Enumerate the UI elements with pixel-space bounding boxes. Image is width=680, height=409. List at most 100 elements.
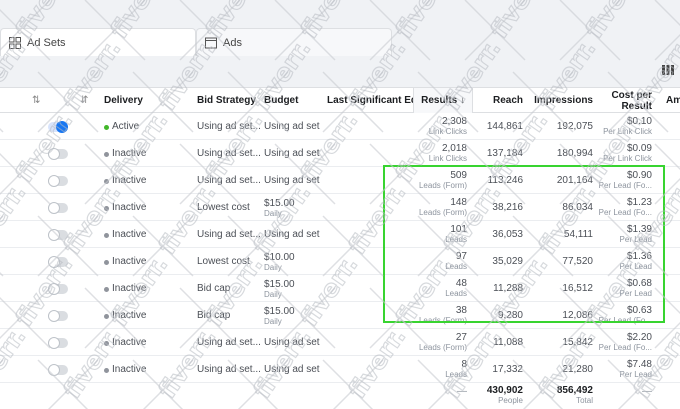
row-toggle[interactable]: [48, 175, 68, 187]
columns-icon[interactable]: [660, 62, 676, 78]
bid-strategy: Using ad set...: [197, 148, 261, 159]
cost-type: Per Lead: [619, 235, 652, 244]
budget-value: $15.00: [264, 198, 295, 209]
delivery-status: Inactive: [112, 310, 147, 321]
status-dot: [104, 206, 109, 211]
bid-strategy: Using ad set...: [197, 175, 261, 186]
cost-per-result-cell: $1.23 Per Lead (Fo...: [596, 197, 652, 217]
bid-strategy: Bid cap: [197, 283, 231, 294]
cost-value: $0.90: [626, 170, 652, 181]
bid-strategy: Using ad set...: [197, 121, 261, 132]
sort-icon[interactable]: ⇅: [32, 88, 40, 114]
impressions-value: 54,111: [563, 229, 593, 240]
column-results[interactable]: Results ↓: [413, 88, 465, 114]
cost-per-result-cell: $1.39 Per Lead: [596, 224, 652, 244]
impressions-value: 77,520: [562, 256, 593, 267]
table-row[interactable]: Inactive Lowest cost $15.00 Daily 148 Leads (…: [0, 194, 680, 221]
table-row[interactable]: Inactive Bid cap $15.00 Daily 38 Leads (Form)…: [0, 302, 680, 329]
column-cost-line1: Cost per: [611, 90, 652, 101]
sort-down-icon: ↓: [457, 95, 465, 106]
total-reach: 430,902: [486, 385, 523, 396]
budget-cell: $15.00 Daily: [264, 306, 295, 326]
row-toggle[interactable]: [48, 148, 68, 160]
column-impressions[interactable]: Impressions: [529, 88, 593, 114]
budget-cell: $15.00 Daily: [264, 279, 295, 299]
results-cell: 97 Leads: [413, 251, 467, 271]
column-bid-strategy[interactable]: Bid Strategy: [197, 88, 256, 114]
row-toggle[interactable]: [48, 229, 68, 241]
cost-per-result-cell: $0.90 Per Lead (Fo...: [596, 170, 652, 190]
toggle-knob: [48, 202, 60, 214]
column-delivery[interactable]: Delivery: [104, 88, 143, 114]
toggle-knob: [56, 121, 68, 133]
table-row[interactable]: Inactive Bid cap $15.00 Daily 48 Leads 11,288 1…: [0, 275, 680, 302]
column-amount-spent[interactable]: Am: [666, 88, 680, 114]
status-dot: [104, 341, 109, 346]
results-cell: 48 Leads: [413, 278, 467, 298]
results-type: Leads (Form): [418, 343, 467, 352]
row-toggle[interactable]: [48, 283, 68, 295]
row-toggle[interactable]: [48, 202, 68, 214]
column-last-edit[interactable]: Last Significant Edit: [327, 88, 423, 114]
table-row[interactable]: Inactive Using ad set... Using ad set 509 Le…: [0, 167, 680, 194]
bid-strategy: Lowest cost: [197, 256, 250, 267]
results-cell: 8 Leads: [413, 359, 467, 379]
results-cell: 2,308 Link Clicks: [413, 116, 467, 136]
info-icon[interactable]: ⇵: [80, 88, 88, 114]
table-row[interactable]: Inactive Using ad set... Using ad set 101 Le…: [0, 221, 680, 248]
total-cost: —: [642, 386, 652, 397]
cost-value: $0.68: [626, 278, 652, 289]
budget-cell: Using ad set: [264, 121, 320, 132]
results-cell: 509 Leads (Form): [413, 170, 467, 190]
totals-row: — 430,902 People 856,492 Total —: [0, 383, 680, 405]
budget-period: Daily: [264, 317, 282, 326]
bid-strategy: Using ad set...: [197, 229, 261, 240]
status-dot: [104, 179, 109, 184]
results-type: Leads (Form): [418, 316, 467, 325]
results-value: 2,018: [441, 143, 467, 154]
tab-ads[interactable]: Ads: [196, 28, 392, 56]
budget-value: Using ad set: [264, 175, 320, 186]
budget-value: Using ad set: [264, 148, 320, 159]
reach-value: 144,861: [486, 121, 523, 132]
table-row[interactable]: Inactive Using ad set... Using ad set 2,018…: [0, 140, 680, 167]
table-row[interactable]: Inactive Using ad set... Using ad set 27 Lea…: [0, 329, 680, 356]
total-impressions: 856,492: [556, 385, 593, 396]
column-budget[interactable]: Budget: [264, 88, 298, 114]
results-value: 38: [455, 305, 467, 316]
reach-value: 137,184: [486, 148, 523, 159]
budget-cell: Using ad set: [264, 175, 320, 186]
column-cost-line2: Result: [621, 101, 652, 112]
results-cell: 101 Leads: [413, 224, 467, 244]
table-row[interactable]: Inactive Lowest cost $10.00 Daily 97 Leads 35,…: [0, 248, 680, 275]
column-reach[interactable]: Reach: [475, 88, 523, 114]
tab-ad-sets[interactable]: Ad Sets: [0, 28, 196, 56]
delivery-status: Active: [112, 121, 140, 132]
delivery-status: Inactive: [112, 364, 147, 375]
row-toggle[interactable]: [48, 364, 68, 376]
row-toggle[interactable]: [48, 310, 68, 322]
cost-type: Per Lead (Fo...: [598, 208, 652, 217]
row-toggle[interactable]: [48, 256, 68, 268]
status-dot: [104, 233, 109, 238]
cost-per-result-cell: $0.09 Per Link Click: [596, 143, 652, 163]
row-toggle[interactable]: [48, 337, 68, 349]
total-results: —: [457, 386, 467, 397]
impressions-value: 201,164: [556, 175, 593, 186]
bid-strategy: Using ad set...: [197, 364, 261, 375]
results-cell: 148 Leads (Form): [413, 197, 467, 217]
results-type: Link Clicks: [428, 154, 467, 163]
cost-type: Per Lead: [619, 289, 652, 298]
delivery-status: Inactive: [112, 337, 147, 348]
delivery-status: Inactive: [112, 202, 147, 213]
table-row[interactable]: Inactive Using ad set... Using ad set 8 Lead…: [0, 356, 680, 383]
results-type: Leads: [445, 235, 467, 244]
cost-type: Per Lead: [619, 262, 652, 271]
table-row[interactable]: Active Using ad set... Using ad set 2,308 Li…: [0, 113, 680, 140]
cost-per-result-cell: $2.20 Per Lead (Fo...: [596, 332, 652, 352]
toggle-knob: [48, 148, 60, 160]
row-toggle[interactable]: [48, 121, 68, 133]
impressions-value: 12,086: [562, 310, 593, 321]
reach-value: 9,280: [497, 310, 523, 321]
grid-icon: [9, 36, 21, 49]
